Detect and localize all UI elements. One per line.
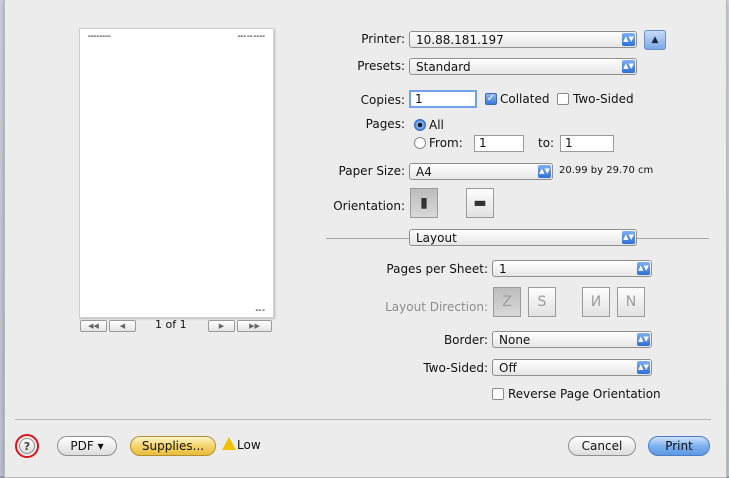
popup-arrows-icon: ▲▼ bbox=[622, 60, 635, 73]
border-value: None bbox=[499, 333, 531, 347]
page-preview: ▬▬▬▬▬▬▬▬ ▬▬▬ ▬▬ ▬▬▬▬ ▬▬ ▬ bbox=[79, 28, 274, 318]
popup-arrows-icon: ▲▼ bbox=[637, 262, 650, 275]
popup-arrows-icon: ▲▼ bbox=[637, 333, 650, 346]
printer-label: Printer: bbox=[361, 32, 405, 46]
portrait-icon[interactable]: ▮ bbox=[410, 188, 438, 218]
printer-value: 10.88.181.197 bbox=[416, 33, 504, 47]
supply-status: Low bbox=[237, 438, 261, 452]
popup-arrows-icon: ▲▼ bbox=[622, 33, 635, 46]
page-indicator: 1 of 1 bbox=[155, 318, 187, 331]
copies-field[interactable]: 1 bbox=[409, 90, 477, 108]
last-page-button[interactable]: ▶▶ bbox=[237, 320, 272, 332]
pages-from-radio[interactable] bbox=[414, 137, 426, 149]
paper-size-value: A4 bbox=[416, 165, 432, 179]
paper-dimensions: 20.99 by 29.70 cm bbox=[559, 165, 654, 176]
pages-all-radio[interactable] bbox=[414, 119, 426, 131]
pdf-button[interactable]: PDF ▾ bbox=[57, 436, 117, 456]
copies-label: Copies: bbox=[360, 93, 405, 107]
orientation-label: Orientation: bbox=[333, 199, 405, 213]
collated-label: Collated bbox=[500, 92, 550, 106]
section-popup[interactable]: Layout ▲▼ bbox=[409, 229, 637, 246]
next-page-button[interactable]: ▶ bbox=[208, 320, 235, 332]
border-label: Border: bbox=[443, 333, 488, 347]
footer-divider bbox=[15, 419, 711, 420]
pages-to-label: to: bbox=[538, 136, 555, 150]
two-sided-popup[interactable]: Off ▲▼ bbox=[492, 359, 652, 376]
reverse-orientation-checkbox[interactable] bbox=[492, 388, 504, 400]
print-button[interactable]: Print bbox=[648, 436, 710, 456]
two-sided-label: Two-Sided bbox=[573, 92, 634, 106]
collated-checkbox[interactable]: ✓ bbox=[485, 93, 497, 105]
popup-arrows-icon: ▲▼ bbox=[637, 361, 650, 374]
landscape-icon[interactable]: ▬ bbox=[466, 188, 494, 218]
layout-direction-label: Layout Direction: bbox=[385, 300, 488, 314]
pages-from-field[interactable]: 1 bbox=[474, 135, 524, 152]
pages-per-sheet-value: 1 bbox=[499, 262, 507, 276]
direction-n-icon: N bbox=[617, 287, 645, 317]
paper-size-label: Paper Size: bbox=[338, 164, 405, 178]
two-sided-checkbox[interactable] bbox=[557, 93, 569, 105]
direction-s-icon: S bbox=[528, 287, 556, 317]
preview-footer: ▬▬ ▬ bbox=[255, 308, 265, 312]
reverse-orientation-label: Reverse Page Orientation bbox=[508, 387, 661, 401]
preview-header-right: ▬▬▬ ▬▬ ▬▬▬▬ bbox=[237, 34, 265, 38]
printer-popup[interactable]: 10.88.181.197 ▲▼ bbox=[409, 31, 637, 48]
presets-popup[interactable]: Standard ▲▼ bbox=[409, 58, 637, 75]
pages-label: Pages: bbox=[365, 117, 405, 131]
triangle-up-icon[interactable]: ▲ bbox=[644, 30, 666, 50]
presets-value: Standard bbox=[416, 60, 471, 74]
warning-triangle-icon bbox=[222, 437, 236, 450]
paper-size-popup[interactable]: A4 ▲▼ bbox=[409, 163, 553, 180]
preview-header-left: ▬▬▬▬▬▬▬▬ bbox=[88, 34, 111, 38]
border-popup[interactable]: None ▲▼ bbox=[492, 331, 652, 348]
help-button[interactable]: ? bbox=[19, 438, 35, 454]
popup-arrows-icon: ▲▼ bbox=[622, 231, 635, 244]
previous-page-button[interactable]: ◀ bbox=[109, 320, 136, 332]
first-page-button[interactable]: ◀◀ bbox=[80, 320, 107, 332]
cancel-button[interactable]: Cancel bbox=[568, 436, 636, 456]
direction-z-icon: Z bbox=[493, 287, 521, 317]
supplies-button[interactable]: Supplies... bbox=[130, 436, 216, 456]
presets-label: Presets: bbox=[357, 59, 405, 73]
pages-to-field[interactable]: 1 bbox=[560, 135, 614, 152]
popup-arrows-icon: ▲▼ bbox=[538, 165, 551, 178]
two-sided-setting-label: Two-Sided: bbox=[423, 361, 488, 375]
section-value: Layout bbox=[416, 231, 457, 245]
direction-reverse-n-icon: И bbox=[582, 287, 610, 317]
pages-from-label: From: bbox=[429, 136, 463, 150]
two-sided-value: Off bbox=[499, 361, 517, 375]
pages-per-sheet-label: Pages per Sheet: bbox=[386, 262, 488, 276]
pages-all-label: All bbox=[429, 118, 444, 132]
pages-per-sheet-popup[interactable]: 1 ▲▼ bbox=[492, 260, 652, 277]
